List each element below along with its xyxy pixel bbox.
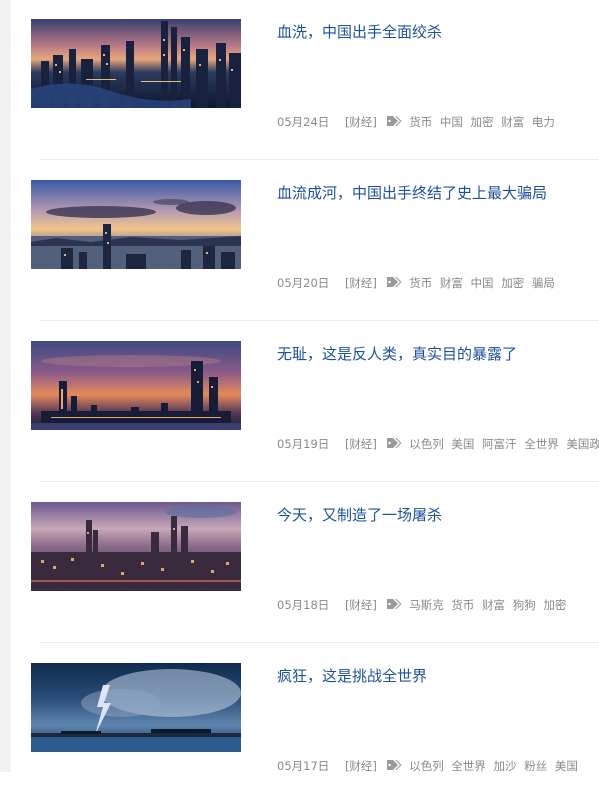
article-title-link[interactable]: 今天，又制造了一场屠杀 (277, 503, 587, 527)
article-title-link[interactable]: 疯狂，这是挑战全世界 (277, 664, 587, 688)
article-thumbnail[interactable] (31, 180, 241, 269)
article-date: 05月19日 (277, 437, 330, 451)
article-divider (41, 481, 599, 482)
article-tag-link[interactable]: 中国 (440, 115, 463, 129)
article-tag-link[interactable]: 粉丝 (524, 759, 547, 773)
article-date: 05月17日 (277, 759, 330, 773)
article-tag-link[interactable]: 加沙 (494, 759, 517, 773)
article-category-link[interactable]: [财经] (345, 115, 377, 129)
article-date: 05月20日 (277, 276, 330, 290)
tags-icon (386, 760, 402, 770)
article-tag-link[interactable]: 马斯克 (409, 598, 444, 612)
article-meta: 05月17日 [财经] 以色列 全世界 加沙 粉丝 美国 (277, 757, 599, 775)
article-divider (41, 159, 599, 160)
article-tag-link[interactable]: 财富 (440, 276, 463, 290)
lightning-storm-over-sea-image (31, 663, 241, 752)
night-city-river-skyline-image (31, 19, 241, 108)
article-divider (41, 320, 599, 321)
tags-icon (386, 599, 402, 609)
article-thumbnail[interactable] (31, 502, 241, 591)
article-tag-link[interactable]: 财富 (501, 115, 524, 129)
article-tag-link[interactable]: 货币 (409, 276, 432, 290)
article-item: 疯狂，这是挑战全世界 05月17日 [财经] 以色列 全世界 加沙 粉丝 美国 (0, 644, 599, 805)
article-tag-link[interactable]: 中国 (471, 276, 494, 290)
article-thumbnail[interactable] (31, 663, 241, 752)
article-tag-link[interactable]: 全世界 (451, 759, 486, 773)
article-tag-link[interactable]: 全世界 (524, 437, 559, 451)
sunset-skyline-tall-towers-image (31, 341, 241, 430)
article-title-link[interactable]: 血洗，中国出手全面绞杀 (277, 20, 587, 44)
article-tag-link[interactable]: 以色列 (409, 759, 444, 773)
article-category-link[interactable]: [财经] (345, 759, 377, 773)
article-tag-link[interactable]: 加密 (471, 115, 494, 129)
tags-icon (386, 438, 402, 448)
article-tag-link[interactable]: 美国政府 (566, 437, 599, 451)
article-title-link[interactable]: 血流成河，中国出手终结了史上最大骗局 (277, 181, 587, 205)
article-tag-link[interactable]: 货币 (409, 115, 432, 129)
article-item: 血流成河，中国出手终结了史上最大骗局 05月20日 [财经] 货币 财富 中国 … (0, 161, 599, 322)
article-date: 05月18日 (277, 598, 330, 612)
tags-icon (386, 277, 402, 287)
article-date: 05月24日 (277, 115, 330, 129)
article-item: 今天，又制造了一场屠杀 05月18日 [财经] 马斯克 货币 财富 狗狗 加密 (0, 483, 599, 644)
article-tag-link[interactable]: 加密 (543, 598, 566, 612)
article-meta: 05月24日 [财经] 货币 中国 加密 财富 电力 (277, 113, 599, 131)
article-thumbnail[interactable] (31, 19, 241, 108)
article-tag-link[interactable]: 电力 (532, 115, 555, 129)
article-tag-link[interactable]: 美国 (555, 759, 578, 773)
article-category-link[interactable]: [财经] (345, 598, 377, 612)
article-category-link[interactable]: [财经] (345, 276, 377, 290)
article-meta: 05月18日 [财经] 马斯克 货币 财富 狗狗 加密 (277, 596, 599, 614)
article-tag-link[interactable]: 货币 (451, 598, 474, 612)
article-meta: 05月19日 [财经] 以色列 美国 阿富汗 全世界 美国政府 (277, 435, 599, 453)
aerial-city-dusk-purple-sky-image (31, 502, 241, 591)
article-category-link[interactable]: [财经] (345, 437, 377, 451)
article-tag-link[interactable]: 美国 (451, 437, 474, 451)
article-tag-link[interactable]: 以色列 (409, 437, 444, 451)
harbor-skyline-dusk-clouds-image (31, 180, 241, 269)
article-tag-link[interactable]: 狗狗 (513, 598, 536, 612)
article-title-link[interactable]: 无耻，这是反人类，真实目的暴露了 (277, 342, 587, 366)
article-tag-link[interactable]: 骗局 (532, 276, 555, 290)
article-divider (41, 642, 599, 643)
article-meta: 05月20日 [财经] 货币 财富 中国 加密 骗局 (277, 274, 599, 292)
article-tag-link[interactable]: 阿富汗 (482, 437, 517, 451)
tags-icon (386, 116, 402, 126)
article-item: 血洗，中国出手全面绞杀 05月24日 [财经] 货币 中国 加密 财富 电力 (0, 0, 599, 161)
article-item: 无耻，这是反人类，真实目的暴露了 05月19日 [财经] 以色列 美国 阿富汗 … (0, 322, 599, 483)
article-tag-link[interactable]: 财富 (482, 598, 505, 612)
article-list: 血洗，中国出手全面绞杀 05月24日 [财经] 货币 中国 加密 财富 电力 血… (0, 0, 599, 773)
article-thumbnail[interactable] (31, 341, 241, 430)
article-tag-link[interactable]: 加密 (501, 276, 524, 290)
